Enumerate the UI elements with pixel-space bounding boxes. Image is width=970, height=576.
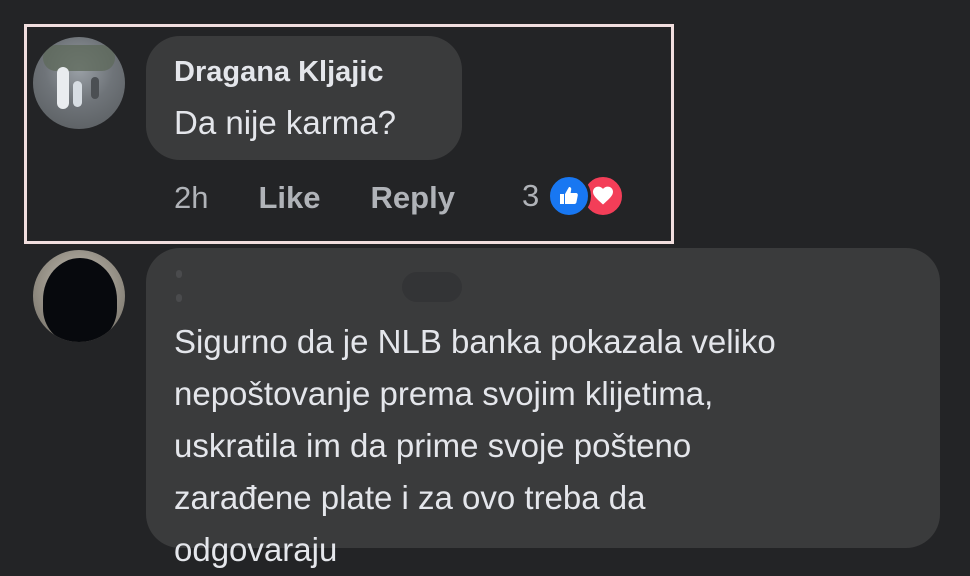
avatar-photo-figure [57,67,69,109]
avatar-photo-figure [91,77,99,99]
comment-bubble: Sigurno da je NLB banka pokazala veliko … [146,248,940,568]
comment-text: Sigurno da je NLB banka pokazala veliko … [174,316,914,576]
comment-text-line: nepoštovanje prema svojim klijetima, [174,375,714,412]
avatar[interactable] [33,250,125,342]
avatar-photo-figure [73,81,82,107]
reaction-count: 3 [522,178,540,213]
like-button[interactable]: Like [258,180,320,216]
redacted-author-name [172,268,462,304]
comment-text-line: uskratila im da prime svoje pošteno [174,427,692,464]
comment-author[interactable]: Dragana Kljajic [174,56,384,89]
comment-text-line: zarađene plate i za ovo treba da [174,479,646,516]
avatar-photo-background [43,45,115,71]
reply-button[interactable]: Reply [371,180,455,216]
comment-text-line: odgovaraju [174,531,338,568]
comment-timestamp[interactable]: 2h [174,180,208,216]
comment-text-line: Sigurno da je NLB banka pokazala veliko [174,323,776,360]
like-icon [547,174,592,218]
comment-text: Da nije karma? [174,104,396,141]
reaction-summary[interactable]: 3 [522,174,626,218]
avatar[interactable] [33,37,125,129]
avatar-redaction-mask [43,258,117,342]
comment-actions: 2h Like Reply [174,176,455,220]
comment-bubble: Dragana Kljajic Da nije karma? [146,36,462,160]
